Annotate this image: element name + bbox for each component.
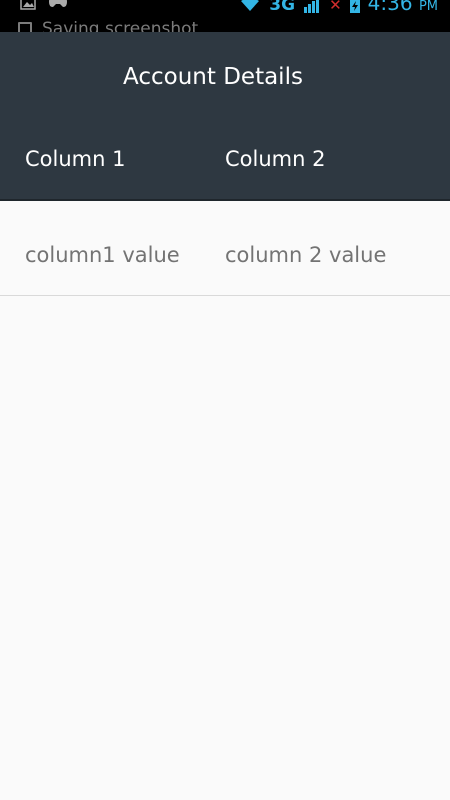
app-header: Account Details Column 1 Column 2 <box>0 32 450 200</box>
wifi-icon <box>241 0 260 11</box>
notification-ticker: Saving screenshot <box>18 18 198 32</box>
network-type-label: 3G <box>269 0 296 15</box>
notification-checkbox-icon <box>18 22 32 32</box>
signal-icon <box>304 0 320 13</box>
clock-time: 4:36 <box>367 0 413 15</box>
no-data-icon: ✕ <box>329 0 342 14</box>
table-cell-column-2: column 2 value <box>225 243 387 267</box>
row-divider <box>0 295 450 296</box>
status-right-icons: 3G ✕ 4:36 PM <box>239 0 438 18</box>
image-icon <box>20 0 36 10</box>
table-cell-column-1: column1 value <box>25 243 180 267</box>
clock-ampm: PM <box>418 0 438 14</box>
column-header-1: Column 1 <box>25 147 126 171</box>
column-header-2: Column 2 <box>225 147 326 171</box>
battery-charging-icon <box>349 0 360 13</box>
clock: 4:36 PM <box>368 0 438 18</box>
status-bar: Saving screenshot 3G ✕ 4:36 PM <box>0 0 450 32</box>
status-left-icons <box>20 0 68 10</box>
gamepad-icon <box>49 0 67 7</box>
notification-text: Saving screenshot <box>42 19 199 32</box>
table-row[interactable]: column1 value column 2 value <box>0 201 450 296</box>
page-title: Account Details <box>123 64 303 90</box>
